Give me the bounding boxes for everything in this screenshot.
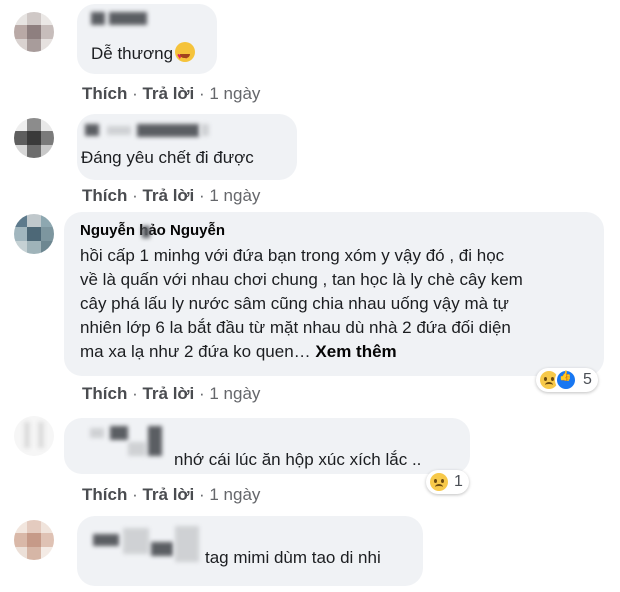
comment-line: ma xa lạ như 2 đứa ko quen… bbox=[80, 342, 316, 361]
comment-actions: Thích · Trả lời · 1 ngày bbox=[82, 84, 261, 103]
like-reaction-icon bbox=[555, 369, 577, 391]
redacted-name bbox=[151, 542, 173, 556]
comment-bubble: Dễ thương bbox=[77, 4, 217, 74]
comment-bubble: Nguyễn hảo Nguyễn hồi cấp 1 minhg với đứ… bbox=[64, 212, 604, 376]
avatar[interactable] bbox=[14, 416, 54, 456]
comment-bubble: tag mimi dùm tao di nhi bbox=[77, 516, 423, 586]
commenter-name[interactable]: Nguyễn hảo Nguyễn bbox=[80, 222, 225, 239]
redacted-name bbox=[123, 528, 149, 554]
reaction-summary[interactable]: 1 bbox=[426, 470, 469, 494]
comment-line: cây phá lấu ly nước sâm cũng chia nhau u… bbox=[80, 294, 509, 313]
avatar[interactable] bbox=[14, 214, 54, 254]
comment-actions: Thích · Trả lời · 1 ngày bbox=[82, 186, 261, 205]
redacted-name bbox=[148, 426, 162, 456]
redacted-name bbox=[110, 426, 128, 440]
like-link[interactable]: Thích bbox=[82, 84, 127, 103]
redacted-name bbox=[137, 124, 199, 137]
timestamp[interactable]: 1 ngày bbox=[209, 186, 260, 205]
redacted-name bbox=[175, 526, 199, 562]
comment-text: tag mimi dùm tao di nhi bbox=[205, 548, 381, 567]
comment-line: nhiên lớp 6 la bắt đầu từ mặt nhau dù nh… bbox=[80, 318, 511, 337]
comment-line: về là quấn với nhau chơi chung , tan học… bbox=[80, 270, 523, 289]
timestamp[interactable]: 1 ngày bbox=[209, 384, 260, 403]
reaction-count: 1 bbox=[454, 473, 463, 490]
avatar[interactable] bbox=[14, 520, 54, 560]
like-link[interactable]: Thích bbox=[82, 186, 127, 205]
see-more-link[interactable]: Xem thêm bbox=[315, 342, 396, 361]
heart-eyes-emoji-icon bbox=[175, 42, 196, 68]
like-link[interactable]: Thích bbox=[82, 485, 127, 504]
avatar[interactable] bbox=[14, 118, 54, 158]
timestamp[interactable]: 1 ngày bbox=[209, 485, 260, 504]
reply-link[interactable]: Trả lời bbox=[142, 485, 194, 504]
redacted-name bbox=[128, 442, 146, 456]
reply-link[interactable]: Trả lời bbox=[142, 186, 194, 205]
reply-link[interactable]: Trả lời bbox=[142, 84, 194, 103]
avatar[interactable] bbox=[14, 12, 54, 52]
redacted-name bbox=[91, 12, 105, 25]
redacted-name bbox=[90, 428, 104, 438]
name-redaction bbox=[142, 226, 150, 238]
redacted-name bbox=[93, 534, 119, 546]
comment-text: nhớ cái lúc ăn hộp xúc xích lắc .. bbox=[174, 450, 422, 469]
comment-text: Đáng yêu chết đi được bbox=[81, 148, 254, 167]
redacted-name bbox=[107, 126, 131, 135]
reaction-count: 5 bbox=[583, 371, 592, 388]
timestamp[interactable]: 1 ngày bbox=[209, 84, 260, 103]
comment-bubble: Đáng yêu chết đi được bbox=[77, 114, 297, 180]
comment-actions: Thích · Trả lời · 1 ngày bbox=[82, 384, 261, 403]
reaction-summary[interactable]: 5 bbox=[536, 368, 598, 392]
like-link[interactable]: Thích bbox=[82, 384, 127, 403]
redacted-name bbox=[109, 12, 147, 25]
redacted-name bbox=[85, 124, 99, 136]
sad-reaction-icon bbox=[430, 473, 448, 491]
redacted-name bbox=[201, 124, 209, 136]
comment-line: hồi cấp 1 minhg với đứa bạn trong xóm y … bbox=[80, 246, 505, 265]
comment-text: Dễ thương bbox=[91, 44, 174, 63]
comment-actions: Thích · Trả lời · 1 ngày bbox=[82, 485, 261, 504]
reply-link[interactable]: Trả lời bbox=[142, 384, 194, 403]
comment-bubble: nhớ cái lúc ăn hộp xúc xích lắc .. bbox=[64, 418, 470, 474]
